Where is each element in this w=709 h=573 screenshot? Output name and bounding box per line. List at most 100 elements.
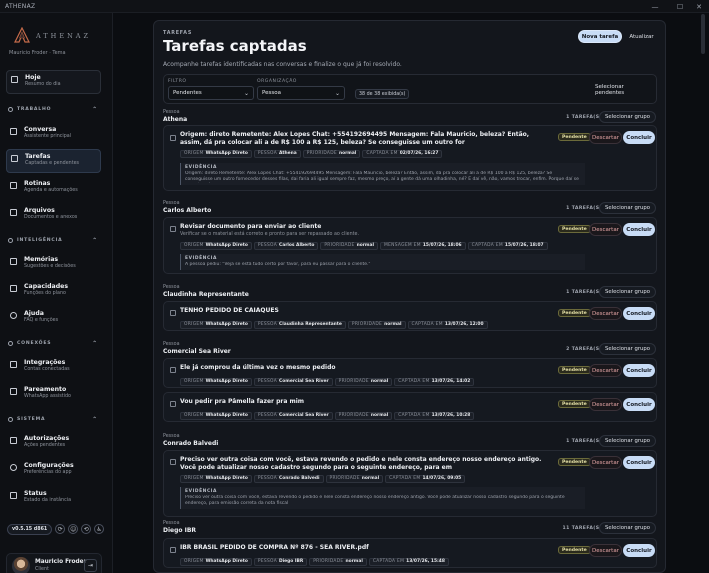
discard-button[interactable]: Descartar [589, 398, 622, 411]
section-label: CONEXÕES [17, 341, 52, 346]
group-name: Carlos Alberto [163, 207, 212, 214]
discard-button[interactable]: Descartar [589, 223, 622, 236]
maximize-icon[interactable]: ☐ [671, 0, 689, 13]
sidebar-item-tarefas[interactable]: Tarefas Captadas e pendentes [6, 149, 101, 173]
sidebar-item-integracoes[interactable]: Integrações Contas conectadas [6, 356, 101, 380]
section-conexoes[interactable]: CONEXÕES ⌃ [8, 340, 98, 347]
task-checkbox[interactable] [170, 547, 176, 553]
sidebar-item-arquivos[interactable]: Arquivos Documentos e anexos [6, 204, 101, 228]
task-card: TENHO PEDIDO DE CAIAQUES ORIGEM WhatsApp … [163, 301, 657, 331]
sidebar-item-label: Autorizações [24, 435, 70, 442]
group-name: Athena [163, 116, 188, 123]
sidebar-item-label: Memórias [24, 256, 59, 263]
group-by-select[interactable]: Pessoa ⌄ [257, 86, 345, 100]
group-by-label: ORGANIZAÇÃO [257, 79, 297, 84]
select-group-button[interactable]: Selecionar grupo [599, 202, 656, 214]
task-checkbox[interactable] [170, 367, 176, 373]
status-badge: Pendente [558, 458, 591, 466]
discard-button[interactable]: Descartar [589, 307, 622, 320]
sidebar-item-label: Arquivos [24, 207, 55, 214]
conclude-button[interactable]: Concluir [623, 544, 655, 557]
conclude-button[interactable]: Concluir [623, 307, 655, 320]
task-card: Preciso ver outra coisa com você, estava… [163, 450, 657, 517]
sidebar-item-sub: Funções do plano [24, 291, 66, 296]
meta-captured: CAPTADA EM 02/07/26, 16:27 [362, 149, 443, 158]
sidebar-item-capacidades[interactable]: Capacidades Funções do plano [6, 280, 101, 304]
section-inteligencia[interactable]: INTELIGÊNCIA ⌃ [8, 237, 98, 244]
sidebar-item-sub: Contas conectadas [24, 367, 70, 372]
sidebar-item-label: Pareamento [24, 386, 67, 393]
sidebar-item-hoje[interactable]: Hoje Resumo do dia [6, 70, 101, 94]
select-group-button[interactable]: Selecionar grupo [599, 435, 656, 447]
integrations-icon [10, 361, 17, 368]
sidebar-item-conversa[interactable]: Conversa Assistente principal [6, 123, 101, 147]
section-sistema[interactable]: SISTEMA ⌃ [8, 416, 98, 423]
logout-icon[interactable]: ⇥ [84, 559, 97, 572]
evidence-text: A pessoa pediu: "Veja se está tudo certo… [185, 262, 371, 267]
conclude-button[interactable]: Concluir [623, 456, 655, 469]
accessibility-icon[interactable]: ♿ [94, 524, 105, 534]
meta-origin: ORIGEM WhatsApp Direto [180, 320, 252, 329]
sidebar-item-sub: Agenda e automações [24, 188, 78, 193]
meta-priority: PRIORIDADE normal [320, 241, 378, 250]
task-card: Vou pedir pra Pâmella fazer pra mim ORIG… [163, 392, 657, 422]
sidebar-item-rotinas[interactable]: Rotinas Agenda e automações [6, 177, 101, 201]
sidebar-item-ajuda[interactable]: Ajuda FAQ e funções [6, 307, 101, 331]
sidebar-item-memorias[interactable]: Memórias Sugestões e decisões [6, 253, 101, 277]
user-card[interactable]: Mauricio Froder Client ⇥ [6, 553, 102, 573]
chevron-up-icon: ⌃ [92, 106, 98, 113]
sidebar-item-configuracoes[interactable]: Configurações Preferências do app [6, 459, 101, 483]
filter-bar: FILTRO Pendentes ⌄ ORGANIZAÇÃO Pessoa ⌄ … [163, 74, 657, 104]
select-pending-button[interactable]: Selecionar pendentes [595, 84, 653, 96]
task-checkbox[interactable] [170, 459, 176, 465]
sync-icon[interactable]: ⟳ [55, 524, 66, 534]
task-title: TENHO PEDIDO DE CAIAQUES [180, 307, 279, 314]
evidence-heading: EVIDÊNCIA [185, 256, 218, 261]
sync-status-icon[interactable]: ⟲ [81, 524, 92, 534]
meta-message-at: MENSAGEM EM 15/07/26, 18:06 [379, 241, 466, 250]
task-checkbox[interactable] [170, 401, 176, 407]
task-card: IBR BRASIL PEDIDO DE COMPRA Nº 876 - SEA… [163, 538, 657, 568]
page-description: Acompanhe tarefas identificadas nas conv… [163, 61, 402, 68]
select-group-button[interactable]: Selecionar grupo [599, 111, 656, 123]
scrollbar[interactable] [700, 14, 706, 570]
conclude-button[interactable]: Concluir [623, 223, 655, 236]
meta-origin: ORIGEM WhatsApp Direto [180, 474, 252, 483]
sidebar-item-sub: Documentos e anexos [24, 215, 78, 220]
sidebar-item-status[interactable]: Status Estado da instância [6, 487, 101, 511]
evidence-text: Preciso ver outra coisa com você, estava… [185, 495, 565, 506]
sidebar-item-label: Configurações [24, 462, 74, 469]
task-checkbox[interactable] [170, 226, 176, 232]
sidebar-item-autorizacoes[interactable]: Autorizações Ações pendentes [6, 432, 101, 456]
discard-button[interactable]: Descartar [589, 456, 622, 469]
select-group-button[interactable]: Selecionar grupo [599, 522, 656, 534]
section-trabalho[interactable]: TRABALHO ⌃ [8, 106, 98, 113]
meta-priority: PRIORIDADE normal [347, 320, 406, 329]
discard-button[interactable]: Descartar [589, 131, 622, 144]
task-checkbox[interactable] [170, 135, 176, 141]
meta-person: PESSOA Claudinha Representante [253, 320, 346, 329]
discard-button[interactable]: Descartar [589, 544, 622, 557]
conclude-button[interactable]: Concluir [623, 398, 655, 411]
meta-origin: ORIGEM WhatsApp Direto [180, 241, 252, 250]
select-group-button[interactable]: Selecionar grupo [599, 286, 656, 298]
conclude-button[interactable]: Concluir [623, 131, 655, 144]
minimize-icon[interactable]: — [646, 0, 664, 13]
meta-priority: PRIORIDADE normal [309, 557, 367, 566]
filter-select[interactable]: Pendentes ⌄ [168, 86, 254, 100]
task-evidence: EVIDÊNCIA Origem: direto Remetente: Alex… [180, 163, 585, 185]
discard-button[interactable]: Descartar [589, 364, 622, 377]
select-group-button[interactable]: Selecionar grupo [599, 343, 656, 355]
refresh-button[interactable]: Atualizar [625, 30, 658, 43]
new-task-button[interactable]: Nova tarefa [578, 30, 622, 43]
sidebar-item-pareamento[interactable]: Pareamento WhatsApp assistido [6, 383, 101, 407]
group-count: 1 TAREFA(S) [566, 290, 602, 295]
close-icon[interactable]: ✕ [690, 0, 708, 13]
page-title: Tarefas captadas [163, 37, 307, 55]
tasks-icon [11, 155, 18, 162]
sidebar-item-label: Conversa [24, 126, 57, 133]
users-icon[interactable]: ☺ [68, 524, 79, 534]
conclude-button[interactable]: Concluir [623, 364, 655, 377]
task-checkbox[interactable] [170, 310, 176, 316]
scrollbar-thumb[interactable] [701, 14, 705, 54]
